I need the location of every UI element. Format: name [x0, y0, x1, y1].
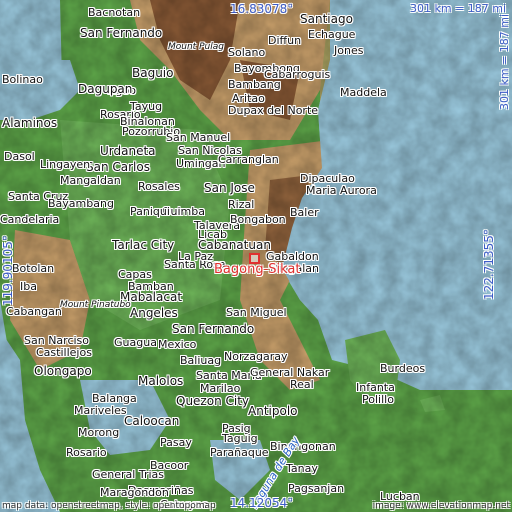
place-label[interactable]: Cabarroguis [264, 68, 330, 81]
place-label[interactable]: Malolos [138, 374, 183, 388]
place-label[interactable]: Rizal [228, 198, 254, 211]
place-label[interactable]: Santiago [300, 12, 353, 26]
place-label[interactable]: General Trias [92, 468, 164, 481]
place-label[interactable]: Candelaria [0, 213, 59, 226]
place-label[interactable]: Iba [20, 280, 37, 293]
place-label[interactable]: Bacnotan [88, 6, 140, 19]
place-label[interactable]: Mariveles [74, 404, 127, 417]
selected-place-label[interactable]: Bagong-Sikat [214, 262, 301, 277]
place-label[interactable]: Marilao [200, 382, 240, 395]
place-label[interactable]: Licab [198, 228, 227, 241]
place-label[interactable]: Bayambang [48, 197, 114, 210]
place-label[interactable]: Botolan [12, 262, 54, 275]
place-label[interactable]: Mount Pulag [168, 42, 224, 52]
place-label[interactable]: Dagupan [78, 82, 132, 96]
place-label[interactable]: San Miguel [226, 306, 287, 319]
place-label[interactable]: Diffun [268, 34, 301, 47]
place-label[interactable]: Bolinao [2, 73, 43, 86]
place-label[interactable]: Real [290, 378, 314, 391]
place-label[interactable]: Bamban [128, 280, 174, 293]
place-label[interactable]: Caloocan [124, 414, 179, 428]
place-label[interactable]: Lingayen [40, 158, 90, 171]
place-label[interactable]: Polillo [362, 393, 394, 406]
place-label[interactable]: Baler [290, 206, 319, 219]
right-longitude: 122.71355° [482, 229, 496, 300]
place-label[interactable]: San Jose [204, 181, 255, 195]
vertical-scale: 301 km = 187 mi [498, 13, 511, 110]
place-label[interactable]: Taguig [222, 432, 258, 445]
place-label[interactable]: Maragondon [100, 486, 169, 499]
left-longitude: 119.90105° [1, 235, 15, 306]
place-label[interactable]: Rosales [138, 180, 180, 193]
image-credits: image: www.elevationmap.net [372, 501, 510, 511]
place-label[interactable]: Antipolo [248, 404, 298, 418]
place-label[interactable]: Cabangan [6, 305, 62, 318]
place-label[interactable]: La Paz [178, 250, 213, 263]
place-label[interactable]: Solano [228, 46, 265, 59]
place-label[interactable]: Baliuag [180, 354, 221, 367]
place-label[interactable]: San Carlos [86, 160, 150, 174]
place-label[interactable]: Parañaque [210, 446, 269, 459]
place-label[interactable]: Urdaneta [100, 144, 156, 158]
place-label[interactable]: Baguio [132, 66, 173, 80]
place-label[interactable]: Maria Aurora [306, 184, 377, 197]
place-label[interactable]: Rosario [66, 446, 107, 459]
place-label[interactable]: San Fernando [80, 26, 162, 40]
place-label[interactable]: Bongabon [230, 213, 286, 226]
place-label[interactable]: Binalonan [120, 115, 175, 128]
place-label[interactable]: Angeles [130, 306, 178, 320]
map-credits: map data: openstreetmap, style: opentopo… [2, 501, 216, 511]
elevation-map[interactable]: Bacnotan San Fernando Mount Pulag Baguio… [0, 0, 512, 512]
place-label[interactable]: San Fernando [172, 322, 254, 336]
place-label[interactable]: Mount Pinatubo [60, 300, 131, 310]
place-label[interactable]: Jones [334, 44, 363, 57]
place-label[interactable]: Alaminos [2, 116, 57, 130]
place-label[interactable]: Carranglan [218, 153, 279, 166]
place-label[interactable]: Tanay [286, 462, 318, 475]
place-label[interactable]: Echague [308, 28, 355, 41]
place-label[interactable]: Tarlac City [112, 238, 174, 252]
place-label[interactable]: Maddela [340, 86, 387, 99]
place-label[interactable]: Guagua [114, 336, 157, 349]
place-label[interactable]: Tayug [130, 100, 162, 113]
place-label[interactable]: Dupax del Norte [228, 104, 318, 117]
place-label[interactable]: Morong [78, 426, 119, 439]
place-label[interactable]: Paniqui [130, 205, 170, 218]
place-label[interactable]: Olongapo [34, 364, 92, 378]
place-label[interactable]: Quezon City [176, 394, 249, 408]
place-label[interactable]: Dasol [4, 150, 35, 163]
place-label[interactable]: Castillejos [36, 346, 92, 359]
place-label[interactable]: Mangaldan [60, 174, 121, 187]
place-label[interactable]: Mexico [158, 338, 196, 351]
place-label[interactable]: Burdeos [380, 362, 425, 375]
place-label[interactable]: San Manuel [166, 131, 230, 144]
bottom-latitude: 14.12054° [230, 496, 294, 510]
top-latitude: 16.83078° [230, 2, 294, 16]
place-label[interactable]: Pagsanjan [288, 482, 344, 495]
horizontal-scale: 301 km = 187 mi [410, 2, 507, 15]
place-label[interactable]: Pasay [160, 436, 192, 449]
place-label[interactable]: Norzagaray [224, 350, 288, 363]
